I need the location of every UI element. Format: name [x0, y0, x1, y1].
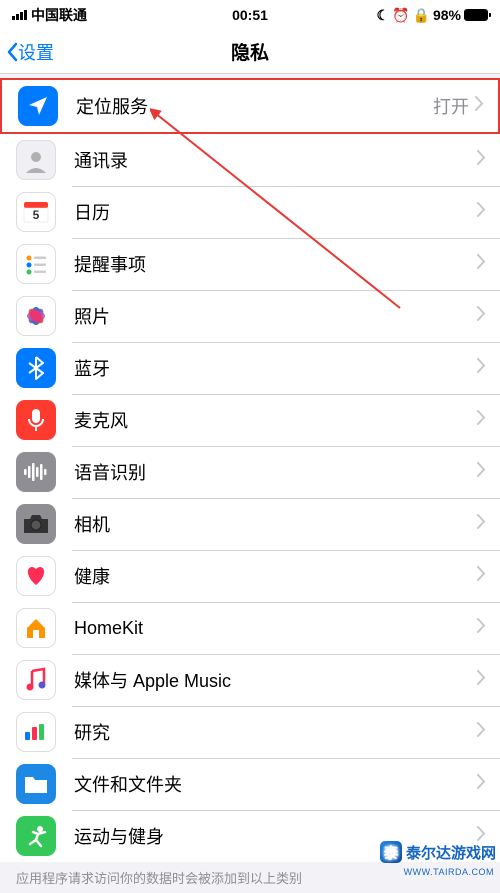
row-microphone[interactable]: 麦克风 [0, 394, 500, 446]
chevron-left-icon [6, 42, 18, 62]
calendar-icon: 5 [16, 192, 56, 232]
row-homekit[interactable]: HomeKit [0, 602, 500, 654]
status-left: 中国联通 [12, 5, 87, 25]
privacy-list: 通讯录 5 日历 提醒事项 照片 蓝牙 麦克风 [0, 134, 500, 862]
camera-icon [16, 504, 56, 544]
row-value: 打开 [433, 93, 469, 119]
row-files-folders[interactable]: 文件和文件夹 [0, 758, 500, 810]
back-button[interactable]: 设置 [0, 39, 54, 65]
media-icon [16, 660, 56, 700]
chevron-right-icon [477, 514, 486, 534]
chevron-right-icon [477, 566, 486, 586]
health-icon [16, 556, 56, 596]
chevron-right-icon [477, 670, 486, 690]
row-label: HomeKit [74, 618, 477, 639]
chevron-right-icon [475, 96, 484, 116]
moon-icon: ☾ [377, 7, 390, 24]
chevron-right-icon [477, 462, 486, 482]
orientation-lock-icon: 🔒 [413, 7, 430, 24]
row-label: 照片 [74, 303, 477, 329]
nav-bar: 设置 隐私 [0, 30, 500, 74]
row-label: 文件和文件夹 [74, 771, 477, 797]
reminders-icon [16, 244, 56, 284]
bluetooth-icon [16, 348, 56, 388]
contacts-icon [16, 140, 56, 180]
chevron-right-icon [477, 722, 486, 742]
battery-percent: 98% [433, 7, 461, 23]
row-label: 通讯录 [74, 147, 477, 173]
speech-icon [16, 452, 56, 492]
row-label: 日历 [74, 199, 477, 225]
homekit-icon [16, 608, 56, 648]
files-icon [16, 764, 56, 804]
status-right: ☾ ⏰ 🔒 98% [377, 7, 488, 24]
carrier-label: 中国联通 [31, 5, 87, 25]
chevron-right-icon [477, 150, 486, 170]
watermark-text: 泰尔达游戏网 [406, 842, 496, 863]
row-label: 提醒事项 [74, 251, 477, 277]
row-calendar[interactable]: 5 日历 [0, 186, 500, 238]
row-photos[interactable]: 照片 [0, 290, 500, 342]
svg-text:5: 5 [33, 208, 40, 222]
row-label: 研究 [74, 719, 477, 745]
watermark-logo: 泰 [380, 841, 402, 863]
status-bar: 中国联通 00:51 ☾ ⏰ 🔒 98% [0, 0, 500, 30]
chevron-right-icon [477, 306, 486, 326]
microphone-icon [16, 400, 56, 440]
photos-icon [16, 296, 56, 336]
row-label: 定位服务 [76, 93, 433, 119]
chevron-right-icon [477, 202, 486, 222]
location-icon [18, 86, 58, 126]
row-health[interactable]: 健康 [0, 550, 500, 602]
row-camera[interactable]: 相机 [0, 498, 500, 550]
alarm-icon: ⏰ [392, 7, 409, 24]
row-label: 麦克风 [74, 407, 477, 433]
row-label: 健康 [74, 563, 477, 589]
status-time: 00:51 [232, 7, 268, 23]
chevron-right-icon [477, 774, 486, 794]
row-label: 语音识别 [74, 459, 477, 485]
row-speech-recognition[interactable]: 语音识别 [0, 446, 500, 498]
row-label: 相机 [74, 511, 477, 537]
chevron-right-icon [477, 358, 486, 378]
row-location-services[interactable]: 定位服务 打开 [2, 80, 498, 132]
row-research[interactable]: 研究 [0, 706, 500, 758]
chevron-right-icon [477, 618, 486, 638]
page-title: 隐私 [231, 38, 269, 65]
fitness-icon [16, 816, 56, 856]
back-label: 设置 [18, 39, 54, 65]
highlighted-row-container: 定位服务 打开 [0, 78, 500, 134]
watermark-url: WWW.TAIRDA.COM [404, 867, 494, 877]
watermark: 泰 泰尔达游戏网 [380, 841, 496, 863]
row-contacts[interactable]: 通讯录 [0, 134, 500, 186]
row-reminders[interactable]: 提醒事项 [0, 238, 500, 290]
battery-icon [464, 9, 488, 21]
row-label: 蓝牙 [74, 355, 477, 381]
chevron-right-icon [477, 410, 486, 430]
signal-icon [12, 10, 27, 20]
row-media-apple-music[interactable]: 媒体与 Apple Music [0, 654, 500, 706]
research-icon [16, 712, 56, 752]
row-bluetooth[interactable]: 蓝牙 [0, 342, 500, 394]
row-label: 媒体与 Apple Music [74, 667, 477, 693]
chevron-right-icon [477, 254, 486, 274]
